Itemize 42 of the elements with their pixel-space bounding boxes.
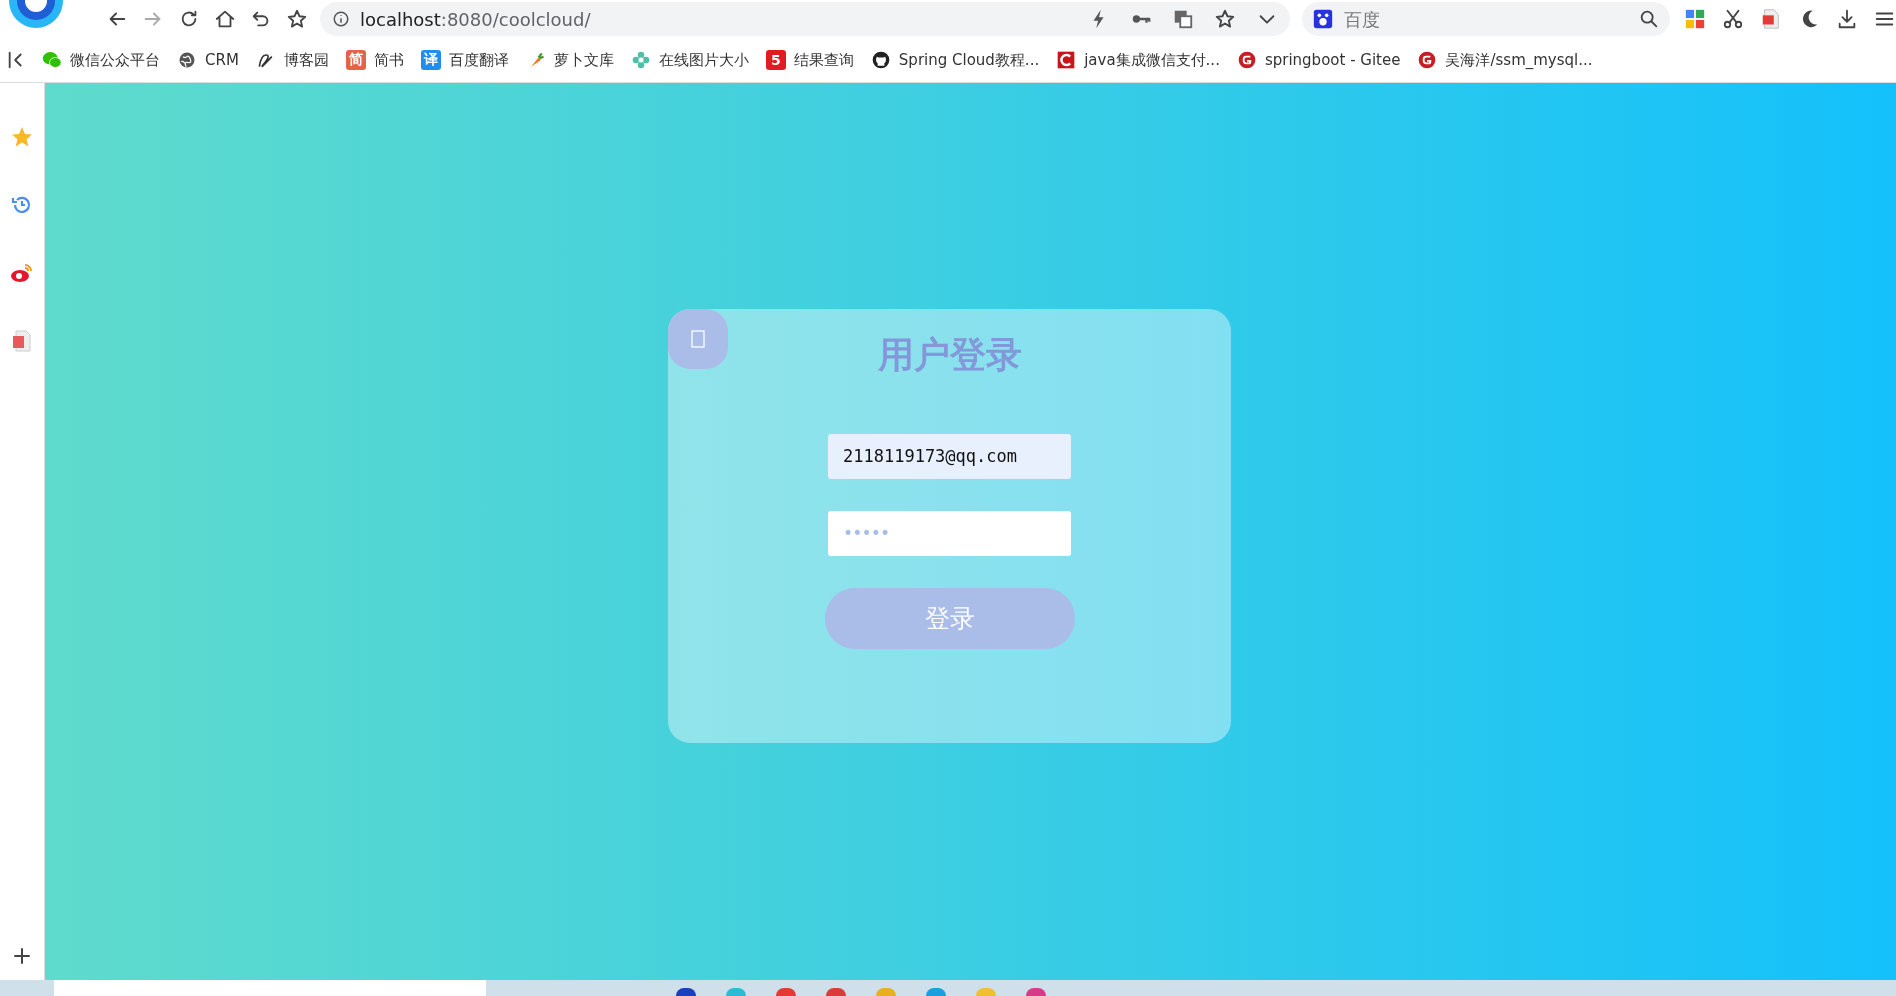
download-icon[interactable] [1836, 8, 1858, 30]
paw-logo-icon [1312, 8, 1334, 30]
bookmark-link[interactable]: 萝卜文库 [525, 50, 614, 70]
search-field[interactable]: 百度 [1342, 7, 1630, 31]
logo-icon: 译 [420, 50, 441, 70]
bookmark-link[interactable]: 5 结果查询 [765, 50, 854, 70]
bookmark-link[interactable]: 译 百度翻译 [420, 50, 509, 70]
bookmark-link[interactable]: springboot - Gitee [1236, 50, 1401, 70]
translate-icon[interactable] [1172, 8, 1194, 30]
bookmark-link[interactable]: 吴海洋/ssm_mysql... [1417, 50, 1593, 70]
bookmark-link[interactable]: 简 简书 [345, 50, 404, 70]
pdf-icon[interactable] [10, 329, 34, 353]
g-logo-icon [1417, 50, 1438, 70]
info-icon [332, 10, 350, 28]
cat-icon [870, 50, 891, 70]
email-field[interactable]: 2118119173@qq.com [828, 433, 1071, 479]
star-icon[interactable] [1214, 8, 1236, 30]
bookmark-link[interactable]: java集成微信支付... [1056, 50, 1220, 70]
home-icon[interactable] [214, 8, 236, 30]
address-bar[interactable]: localhost:8080/coolcloud/ [320, 2, 1290, 36]
flower-icon [630, 50, 651, 70]
bookmark-link[interactable]: CRM [177, 50, 239, 70]
logo-icon: 简 [345, 50, 366, 70]
bookmark-link[interactable]: 在线图片大小 [630, 50, 749, 70]
search-icon[interactable] [1638, 8, 1660, 30]
star-icon[interactable] [10, 125, 34, 149]
bookmark-link[interactable]: 博客园 [255, 50, 329, 70]
apps-grid-icon[interactable] [1684, 8, 1706, 30]
login-title: 用户登录 [877, 332, 1022, 376]
bookmark-link[interactable]: 微信公众平台 [42, 50, 160, 70]
globe-icon [177, 50, 197, 70]
bookmark-link[interactable]: Spring Cloud教程... [870, 50, 1040, 70]
g-logo-icon [1236, 50, 1257, 70]
c-logo-icon [1056, 50, 1077, 70]
logo-icon: 5 [765, 50, 786, 70]
search-bar[interactable]: 百度 [1302, 2, 1670, 36]
url-text: localhost:8080/coolcloud/ [360, 8, 592, 30]
chat-bubble-icon [42, 50, 62, 70]
pdf-icon[interactable] [1760, 8, 1782, 30]
scissors-icon[interactable] [1722, 8, 1744, 30]
star-icon[interactable] [286, 8, 308, 30]
image-placeholder-icon [691, 329, 705, 348]
